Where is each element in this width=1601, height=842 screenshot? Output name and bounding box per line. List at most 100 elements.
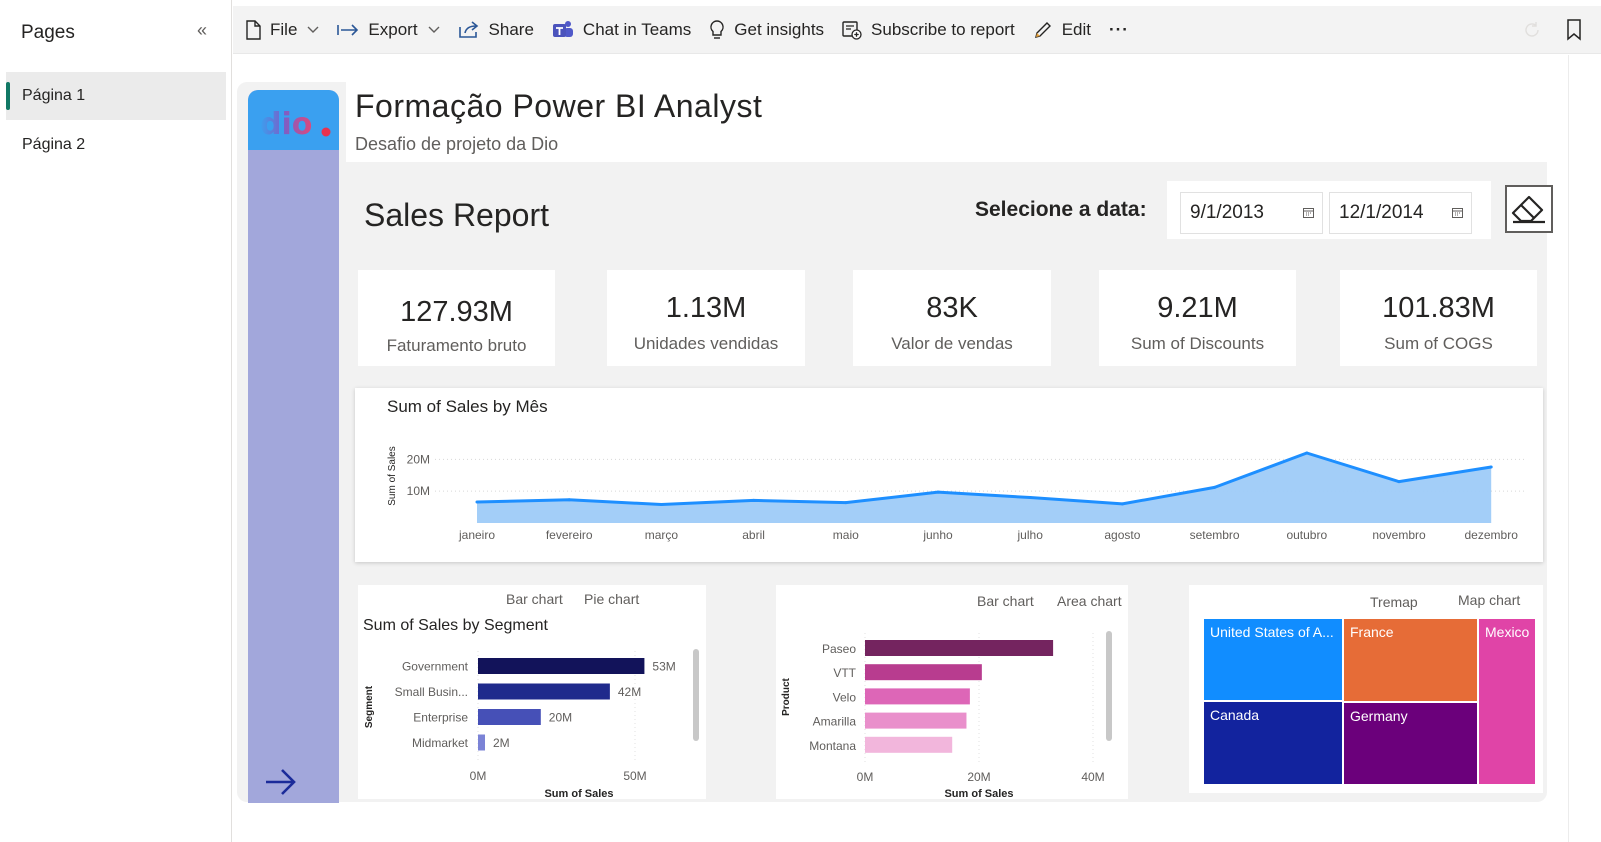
country-tab-treemap[interactable]: Tremap: [1370, 594, 1418, 610]
data-point: [1397, 480, 1401, 484]
clear-filters-button[interactable]: [1505, 185, 1553, 233]
kpi-label: Sum of COGS: [1384, 334, 1493, 353]
sales-by-segment-chart[interactable]: 0M 50M Government 53M Small Busin... 42M Enter…: [358, 645, 706, 800]
pages-title: Pages: [21, 22, 75, 43]
pages-pane: Pages « Página 1 Página 2: [0, 0, 232, 842]
chart-scrollbar: [1106, 631, 1112, 741]
segment-bar: [478, 683, 610, 700]
export-label: Export: [368, 19, 418, 39]
data-label: 53M: [652, 660, 675, 674]
sales-report-heading: Sales Report: [364, 197, 549, 233]
x-tick-label: novembro: [1372, 528, 1426, 542]
kpi-value: 127.93M: [400, 296, 513, 328]
canvas-scrollbar[interactable]: [1568, 55, 1601, 842]
segment-tab-bar-chart[interactable]: Bar chart: [506, 591, 563, 607]
treemap-cell-mexico[interactable]: Mexico: [1479, 619, 1535, 784]
teams-icon: [552, 20, 573, 37]
chevron-down-icon: [307, 26, 319, 33]
kpi-label: Unidades vendidas: [633, 334, 779, 353]
kpi-card-unidades[interactable]: 1.13M Unidades vendidas: [607, 270, 805, 366]
side-navigation-bar: dio: [248, 90, 339, 803]
data-label: 20M: [549, 711, 572, 725]
kpi-card-faturamento[interactable]: 127.93M Faturamento bruto: [358, 270, 555, 366]
product-tab-bar-chart[interactable]: Bar chart: [977, 593, 1034, 609]
teams-label: Chat in Teams: [582, 19, 692, 39]
collapse-pages-icon[interactable]: «: [192, 20, 212, 40]
sales-by-product-chart[interactable]: 0M 20M 40M Paseo VTT Velo Amarilla Montana Sum o…: [776, 625, 1128, 800]
bookmark-icon[interactable]: [1559, 15, 1589, 45]
export-arrow-icon: [337, 23, 359, 36]
kpi-label: Valor de vendas: [891, 334, 1013, 353]
file-label: File: [270, 19, 298, 39]
pencil-icon: [1034, 21, 1051, 38]
chat-in-teams-button[interactable]: Chat in Teams: [543, 6, 700, 54]
end-date-input[interactable]: 12/1/2014: [1329, 192, 1472, 234]
data-point: [844, 501, 848, 505]
product-tab-area-chart[interactable]: Area chart: [1057, 593, 1122, 609]
calendar-icon[interactable]: [1452, 207, 1463, 218]
x-tick-label: 0M: [470, 769, 487, 783]
x-tick-label: julho: [1017, 528, 1044, 542]
file-menu-button[interactable]: File: [236, 6, 328, 54]
kpi-card-valor-vendas[interactable]: 83K Valor de vendas: [853, 270, 1051, 366]
kpi-label: Faturamento bruto: [386, 336, 527, 355]
subscribe-button[interactable]: Subscribe to report: [833, 6, 1024, 54]
category-label: Velo: [833, 690, 857, 704]
category-label: Paseo: [822, 642, 856, 656]
x-tick-label: janeiro: [458, 528, 495, 542]
category-label: Montana: [809, 739, 856, 753]
calendar-icon[interactable]: [1303, 207, 1314, 218]
treemap-cell-france[interactable]: France: [1344, 619, 1477, 701]
treemap-cell-usa[interactable]: United States of A...: [1204, 619, 1342, 700]
refresh-icon[interactable]: [1517, 15, 1547, 45]
data-point: [567, 498, 571, 502]
more-options-button[interactable]: ···: [1100, 6, 1138, 54]
category-label: Amarilla: [813, 715, 857, 729]
lightbulb-icon: [710, 19, 724, 39]
country-tab-map-chart[interactable]: Map chart: [1458, 592, 1520, 608]
segment-bar: [478, 658, 645, 674]
data-point: [659, 503, 663, 507]
x-tick-label: 0M: [857, 770, 874, 784]
category-label: Enterprise: [413, 711, 468, 725]
start-date-value: 9/1/2013: [1190, 202, 1264, 223]
dio-logo: dio: [260, 108, 331, 138]
kpi-card-cogs[interactable]: 101.83M Sum of COGS: [1340, 270, 1537, 366]
kpi-value: 101.83M: [1382, 292, 1495, 324]
chevron-down-icon: [428, 26, 440, 33]
edit-label: Edit: [1061, 19, 1091, 39]
subscribe-icon: [842, 20, 862, 40]
date-slicer-label: Selecione a data:: [975, 198, 1147, 221]
page-tab-pagina-1[interactable]: Página 1: [6, 72, 226, 120]
edit-button[interactable]: Edit: [1024, 6, 1100, 54]
treemap-cell-canada[interactable]: Canada: [1204, 702, 1342, 784]
product-bar: [865, 688, 970, 705]
treemap-cell-germany[interactable]: Germany: [1344, 703, 1477, 784]
export-menu-button[interactable]: Export: [328, 6, 448, 54]
report-subtitle: Desafio de projeto da Dio: [355, 134, 559, 154]
x-tick-label: março: [645, 528, 679, 542]
category-label: VTT: [833, 666, 856, 680]
data-point: [1028, 496, 1032, 500]
x-tick-label: junho: [922, 528, 953, 542]
kpi-card-discounts[interactable]: 9.21M Sum of Discounts: [1099, 270, 1296, 366]
data-point: [475, 500, 479, 504]
arrow-right-icon[interactable]: [264, 767, 298, 797]
x-tick-label: 40M: [1081, 770, 1104, 784]
kpi-value: 1.13M: [665, 292, 747, 324]
get-insights-button[interactable]: Get insights: [700, 6, 833, 54]
x-tick-label: setembro: [1190, 528, 1240, 542]
page-tab-label: Página 1: [22, 87, 86, 104]
sales-by-month-chart[interactable]: 10M 20M Sum of Sales janeiro fevereiro março a…: [355, 420, 1543, 560]
treemap-label: Mexico: [1485, 624, 1530, 640]
x-tick-label: dezembro: [1465, 528, 1519, 542]
data-point: [1489, 465, 1493, 469]
segment-tab-pie-chart[interactable]: Pie chart: [584, 591, 639, 607]
kpi-label: Sum of Discounts: [1130, 334, 1265, 353]
page-tab-pagina-2[interactable]: Página 2: [6, 121, 226, 169]
kpi-value: 83K: [926, 292, 978, 324]
start-date-input[interactable]: 9/1/2013: [1180, 192, 1323, 234]
data-label: 42M: [618, 685, 641, 699]
data-point: [1213, 485, 1217, 489]
share-button[interactable]: Share: [449, 6, 543, 54]
